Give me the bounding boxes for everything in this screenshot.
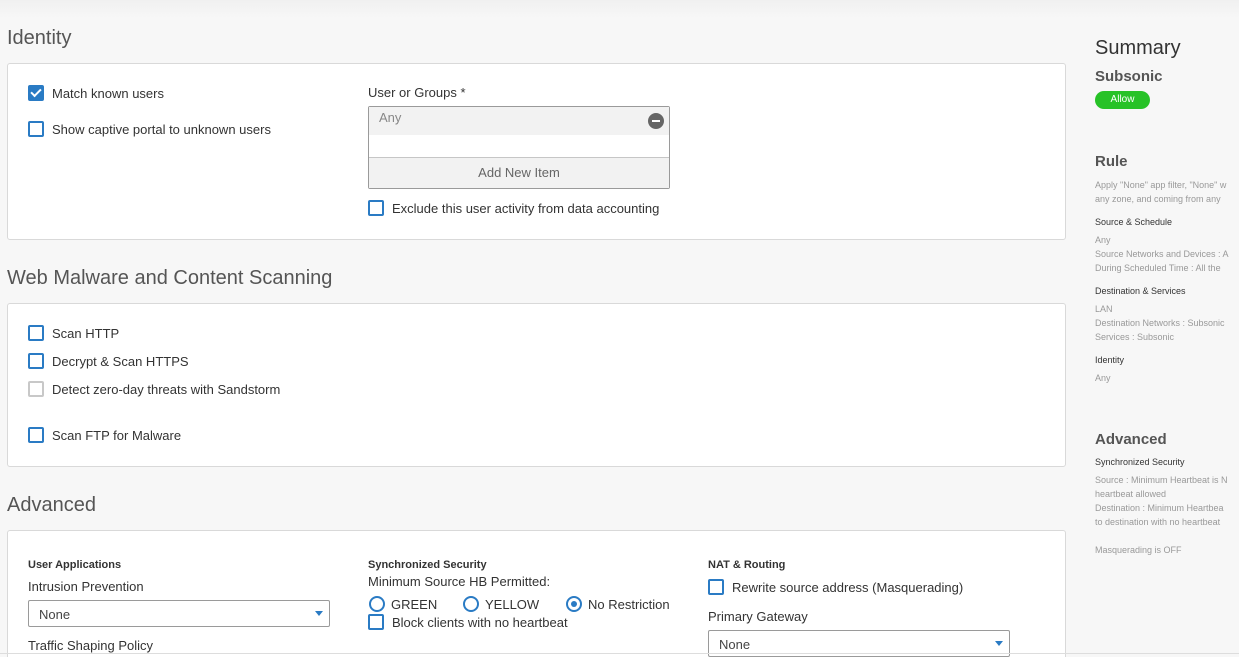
exclude-accounting-checkbox[interactable]: Exclude this user activity from data acc… [368, 200, 659, 216]
web-malware-panel: Scan HTTP Decrypt & Scan HTTPS Detect ze… [7, 303, 1066, 467]
summary-destination-services: Destination & Services [1095, 286, 1186, 296]
summary-source-any: Any [1095, 235, 1111, 245]
radio-yellow[interactable]: YELLOW [463, 596, 539, 612]
summary-advanced-heading: Advanced [1095, 431, 1167, 448]
radio-icon [369, 596, 385, 612]
radio-selected-icon [566, 596, 582, 612]
summary-scheduled-time: During Scheduled Time : All the [1095, 263, 1221, 273]
summary-rule-text: Apply "None" app filter, "None" w [1095, 180, 1227, 190]
rewrite-source-label: Rewrite source address (Masquerading) [732, 579, 964, 595]
block-no-heartbeat-checkbox[interactable]: Block clients with no heartbeat [368, 614, 568, 630]
summary-sync-text: heartbeat allowed [1095, 489, 1167, 499]
summary-sync-text: to destination with no heartbeat [1095, 517, 1221, 527]
status-badge: Allow [1095, 91, 1150, 109]
radio-green-label: GREEN [391, 596, 438, 612]
scan-http-label: Scan HTTP [52, 325, 120, 341]
summary-sync-security: Synchronized Security [1095, 457, 1185, 467]
advanced-panel: User Applications Intrusion Prevention N… [7, 530, 1066, 657]
top-bar [0, 0, 1239, 18]
primary-gateway-value: None [719, 637, 751, 652]
radio-no-restriction[interactable]: No Restriction [566, 596, 670, 612]
summary-identity: Identity [1095, 355, 1125, 365]
radio-yellow-label: YELLOW [485, 596, 540, 612]
checkbox-icon [368, 614, 384, 630]
primary-gateway-label: Primary Gateway [708, 609, 808, 624]
show-captive-portal-label: Show captive portal to unknown users [52, 121, 271, 137]
user-groups-label: User or Groups * [368, 85, 466, 100]
chevron-down-icon [995, 641, 1003, 646]
summary-source-networks: Source Networks and Devices : A [1095, 249, 1229, 259]
sync-security-label: Synchronized Security [368, 559, 487, 571]
summary-dest-networks: Destination Networks : Subsonic [1095, 318, 1225, 328]
intrusion-prevention-value: None [39, 607, 71, 622]
block-no-heartbeat-label: Block clients with no heartbeat [392, 614, 568, 630]
summary-title: Summary [1095, 37, 1181, 59]
summary-source-schedule: Source & Schedule [1095, 217, 1173, 227]
detect-zero-day-checkbox[interactable]: Detect zero-day threats with Sandstorm [28, 381, 280, 397]
summary-masquerading: Masquerading is OFF [1095, 545, 1182, 555]
checkbox-icon [28, 427, 44, 443]
advanced-section-title: Advanced [7, 494, 96, 516]
user-groups-list: Any Add New Item [368, 106, 670, 189]
decrypt-scan-https-checkbox[interactable]: Decrypt & Scan HTTPS [28, 353, 189, 369]
match-known-users-checkbox[interactable]: Match known users [28, 85, 164, 101]
checkbox-icon [28, 353, 44, 369]
checkbox-disabled-icon [28, 381, 44, 397]
intrusion-prevention-label: Intrusion Prevention [28, 579, 144, 594]
intrusion-prevention-select[interactable]: None [28, 600, 330, 627]
radio-no-restriction-label: No Restriction [588, 596, 670, 612]
summary-identity-any: Any [1095, 373, 1111, 383]
match-known-users-label: Match known users [52, 85, 164, 101]
rewrite-source-checkbox[interactable]: Rewrite source address (Masquerading) [708, 579, 963, 595]
user-group-item[interactable]: Any [369, 107, 669, 135]
summary-services: Services : Subsonic [1095, 332, 1175, 342]
nat-routing-label: NAT & Routing [708, 559, 786, 571]
summary-sync-text: Destination : Minimum Heartbea [1095, 503, 1224, 513]
exclude-accounting-label: Exclude this user activity from data acc… [392, 200, 660, 216]
min-source-hb-label: Minimum Source HB Permitted: [368, 574, 551, 589]
radio-green[interactable]: GREEN [369, 596, 437, 612]
radio-icon [463, 596, 479, 612]
checkbox-icon [368, 200, 384, 216]
detect-zero-day-label: Detect zero-day threats with Sandstorm [52, 381, 281, 397]
add-new-item-button[interactable]: Add New Item [369, 157, 669, 188]
identity-section-title: Identity [7, 27, 72, 49]
checkbox-icon [28, 121, 44, 137]
web-malware-section-title: Web Malware and Content Scanning [7, 267, 333, 289]
scan-ftp-checkbox[interactable]: Scan FTP for Malware [28, 427, 181, 443]
user-group-item-label: Any [379, 110, 402, 125]
summary-rule-heading: Rule [1095, 153, 1128, 170]
checkbox-checked-icon [28, 85, 44, 101]
summary-rule-text: any zone, and coming from any [1095, 194, 1221, 204]
summary-panel: Summary Subsonic Allow Rule Apply "None"… [1095, 0, 1239, 657]
remove-icon[interactable] [648, 113, 664, 129]
checkbox-icon [28, 325, 44, 341]
chevron-down-icon [315, 611, 323, 616]
bottom-divider [0, 653, 1239, 654]
checkbox-icon [708, 579, 724, 595]
summary-dest-lan: LAN [1095, 304, 1113, 314]
scan-ftp-label: Scan FTP for Malware [52, 427, 182, 443]
decrypt-scan-https-label: Decrypt & Scan HTTPS [52, 353, 189, 369]
summary-rule-name: Subsonic [1095, 68, 1163, 85]
summary-sync-text: Source : Minimum Heartbeat is N [1095, 475, 1228, 485]
show-captive-portal-checkbox[interactable]: Show captive portal to unknown users [28, 121, 271, 137]
traffic-shaping-label: Traffic Shaping Policy [28, 638, 154, 653]
user-applications-label: User Applications [28, 559, 122, 571]
scan-http-checkbox[interactable]: Scan HTTP [28, 325, 119, 341]
